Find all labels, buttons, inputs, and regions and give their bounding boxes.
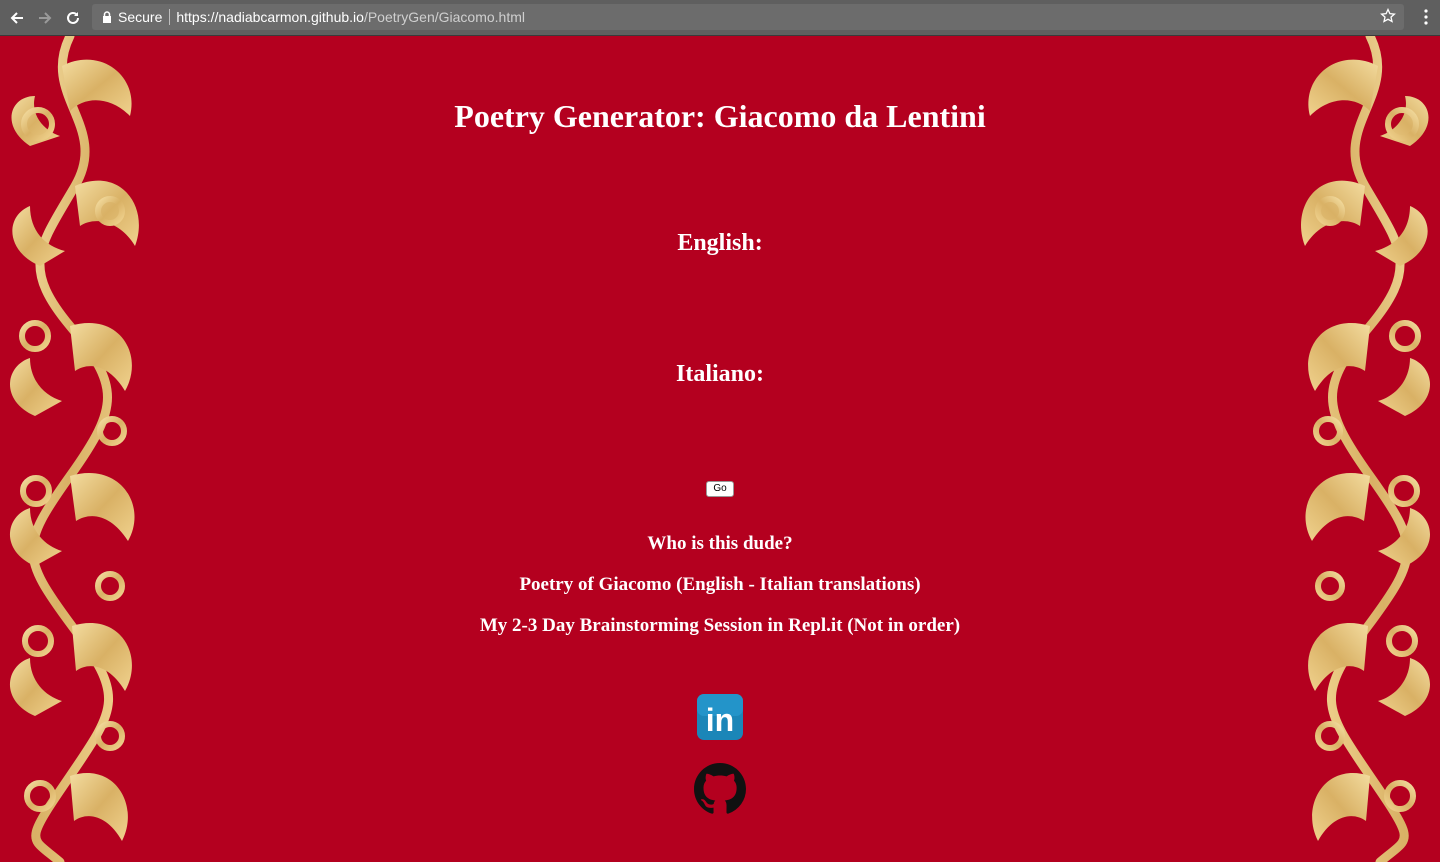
english-label: English: xyxy=(677,230,763,256)
italian-label: Italiano: xyxy=(675,361,764,387)
url-host: https://nadiabcarmon.github.io xyxy=(176,9,364,25)
brainstorming-session-link[interactable]: My 2-3 Day Brainstorming Session in Repl… xyxy=(0,615,1440,637)
menu-dots-icon[interactable] xyxy=(1424,9,1428,30)
star-icon[interactable] xyxy=(1380,7,1396,27)
page-title: Poetry Generator: Giacomo da Lentini xyxy=(454,98,986,134)
poetry-translations-link[interactable]: Poetry of Giacomo (English - Italian tra… xyxy=(0,574,1440,596)
back-arrow-icon[interactable] xyxy=(6,7,28,29)
url-separator xyxy=(169,9,171,25)
github-icon[interactable] xyxy=(694,763,746,815)
page-body: Poetry Generator: Giacomo da Lentini Eng… xyxy=(0,36,1440,862)
linkedin-icon[interactable]: in xyxy=(696,693,744,741)
address-bar[interactable]: Secure https://nadiabcarmon.github.io/Po… xyxy=(92,4,1404,30)
who-is-this-link[interactable]: Who is this dude? xyxy=(0,533,1440,555)
linkedin-icon-text: in xyxy=(706,702,734,738)
gold-floral-ornament-left xyxy=(10,36,139,862)
lock-icon xyxy=(102,11,112,23)
gold-floral-ornament-right xyxy=(1301,36,1430,862)
url-path: /PoetryGen/Giacomo.html xyxy=(363,9,525,25)
reload-icon[interactable] xyxy=(62,7,84,29)
go-button[interactable]: Go xyxy=(706,481,734,497)
secure-label: Secure xyxy=(118,9,163,25)
browser-toolbar: Secure https://nadiabcarmon.github.io/Po… xyxy=(0,0,1440,36)
forward-arrow-icon[interactable] xyxy=(34,7,56,29)
